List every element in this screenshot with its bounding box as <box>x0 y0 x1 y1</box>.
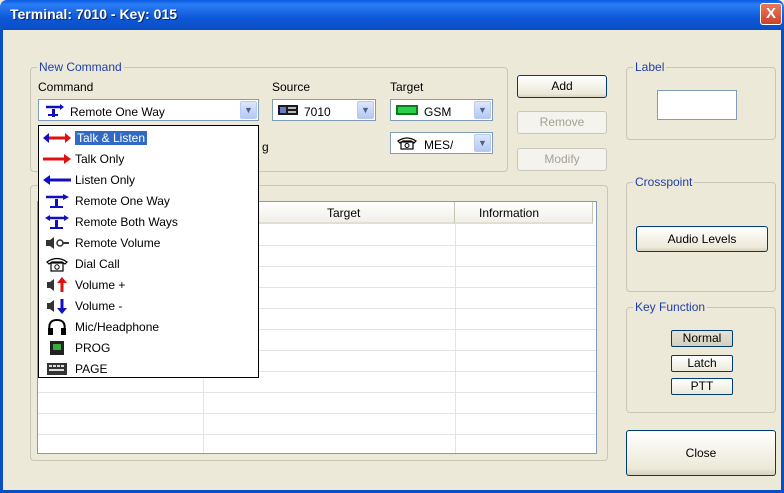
target-value: GSM <box>424 104 452 119</box>
dial-call-icon <box>39 256 75 272</box>
row-divider <box>38 392 596 393</box>
command-select[interactable]: Remote One Way ▼ <box>38 99 259 121</box>
prog-icon <box>39 340 75 356</box>
dropdown-item-label: Mic/Headphone <box>75 319 160 334</box>
dropdown-item-label: Talk & Listen <box>73 129 149 146</box>
volume-down-icon <box>39 298 75 314</box>
dropdown-item-label: Dial Call <box>75 256 120 271</box>
dropdown-item-label: PROG <box>75 340 111 355</box>
remote-both-ways-icon <box>39 214 75 230</box>
title-bar: Terminal: 7010 - Key: 015 X <box>0 0 784 30</box>
column-divider <box>455 224 456 453</box>
chevron-down-icon[interactable]: ▼ <box>474 101 491 119</box>
dropdown-item-remote-volume[interactable]: Remote Volume <box>39 232 258 253</box>
remote-volume-icon <box>39 236 75 250</box>
ptt-key-button[interactable]: PTT <box>671 378 733 395</box>
dropdown-item-remote-both-ways[interactable]: Remote Both Ways <box>39 211 258 232</box>
chevron-down-icon[interactable]: ▼ <box>240 101 257 119</box>
window-close-button[interactable]: X <box>760 3 782 25</box>
terminal-icon <box>277 103 299 120</box>
dropdown-item-talk-only[interactable]: Talk Only <box>39 148 258 169</box>
remote-one-way-icon <box>39 193 75 209</box>
gsm-icon <box>395 103 419 120</box>
dropdown-item-listen-only[interactable]: Listen Only <box>39 169 258 190</box>
partial-label: g <box>262 140 269 154</box>
audio-levels-button[interactable]: Audio Levels <box>636 226 768 252</box>
target-secondary-select[interactable]: MES/ ▼ <box>390 132 493 154</box>
dropdown-item-mic-headphone[interactable]: Mic/Headphone <box>39 316 258 337</box>
dropdown-item-dial-call[interactable]: Dial Call <box>39 253 258 274</box>
dropdown-item-label: Remote One Way <box>75 193 170 208</box>
target-secondary-value: MES/ <box>424 137 454 152</box>
dropdown-item-label: Talk Only <box>75 151 125 166</box>
dropdown-item-label: Listen Only <box>75 172 136 187</box>
normal-key-button[interactable]: Normal <box>671 330 733 347</box>
row-divider <box>38 413 596 414</box>
chevron-down-icon[interactable]: ▼ <box>357 101 374 119</box>
label-group-title: Label <box>633 60 667 74</box>
source-label: Source <box>272 80 311 94</box>
source-value: 7010 <box>304 104 331 119</box>
dropdown-item-remote-one-way[interactable]: Remote One Way <box>39 190 258 211</box>
dropdown-item-label: Remote Volume <box>75 235 161 250</box>
page-icon <box>39 361 75 377</box>
new-command-title: New Command <box>37 60 124 74</box>
crosspoint-title: Crosspoint <box>633 175 695 189</box>
volume-up-icon <box>39 276 75 293</box>
phone-icon <box>395 136 419 153</box>
talk-listen-icon <box>39 132 75 144</box>
remote-one-way-icon <box>43 103 65 120</box>
add-button[interactable]: Add <box>517 75 607 98</box>
command-value: Remote One Way <box>70 104 165 119</box>
command-label: Command <box>38 80 94 94</box>
dropdown-item-volume-down[interactable]: Volume - <box>39 295 258 316</box>
dropdown-item-talk-listen[interactable]: Talk & Listen <box>39 127 258 148</box>
key-function-title: Key Function <box>633 300 708 314</box>
latch-key-button[interactable]: Latch <box>671 355 733 372</box>
dropdown-item-label: PAGE <box>75 361 108 376</box>
dropdown-item-prog[interactable]: PROG <box>39 337 258 358</box>
dropdown-item-volume-up[interactable]: Volume + <box>39 274 258 295</box>
row-divider <box>38 434 596 435</box>
listen-only-icon <box>39 174 75 186</box>
column-header-information[interactable]: Information <box>455 202 593 224</box>
target-label: Target <box>390 80 424 94</box>
chevron-down-icon[interactable]: ▼ <box>474 134 491 152</box>
dropdown-item-label: Remote Both Ways <box>75 214 178 229</box>
talk-only-icon <box>39 153 75 165</box>
mic-headphone-icon <box>39 318 75 336</box>
remove-button[interactable]: Remove <box>517 111 607 134</box>
modify-button[interactable]: Modify <box>517 148 607 171</box>
dropdown-item-page[interactable]: PAGE <box>39 358 258 379</box>
window-title: Terminal: 7010 - Key: 015 <box>10 6 178 22</box>
label-input[interactable] <box>657 90 737 120</box>
source-select[interactable]: 7010 ▼ <box>272 99 376 121</box>
close-button[interactable]: Close <box>626 430 776 476</box>
target-select[interactable]: GSM ▼ <box>390 99 493 121</box>
command-dropdown-list[interactable]: Talk & Listen Talk Only Listen Only Remo… <box>38 125 259 378</box>
dropdown-item-label: Volume + <box>75 277 126 292</box>
dropdown-item-label: Volume - <box>75 298 123 313</box>
